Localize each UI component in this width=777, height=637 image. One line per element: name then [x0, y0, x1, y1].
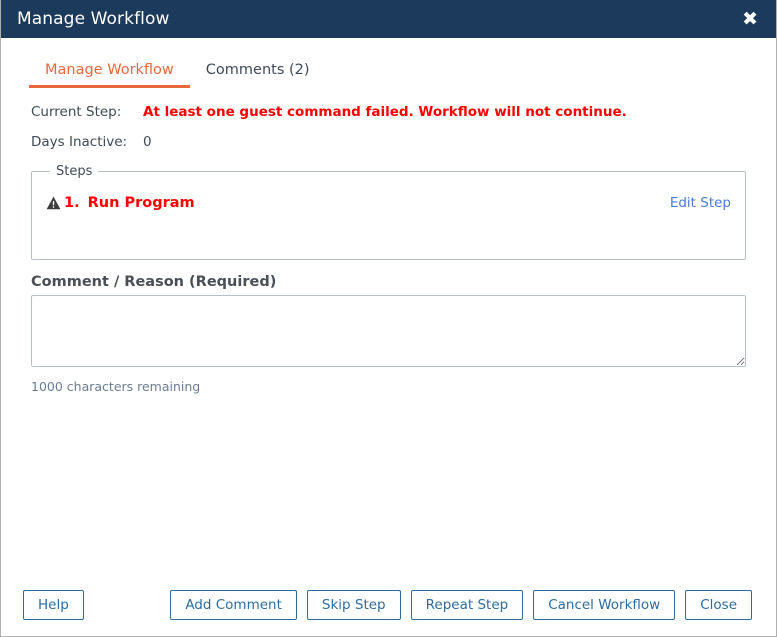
characters-remaining-text: 1000 characters remaining — [31, 379, 201, 394]
step-left-group: 1. Run Program — [46, 195, 195, 211]
tab-bar: Manage Workflow Comments (2) — [1, 38, 776, 88]
workflow-details: Current Step: At least one guest command… — [1, 88, 776, 150]
step-name: Run Program — [87, 195, 195, 211]
dialog-body: Manage Workflow Comments (2) Current Ste… — [1, 38, 776, 636]
days-inactive-value: 0 — [143, 134, 152, 150]
current-step-value: At least one guest command failed. Workf… — [143, 104, 627, 120]
comment-section: Comment / Reason (Required) 1000 charact… — [31, 274, 746, 394]
tab-comments[interactable]: Comments (2) — [190, 58, 326, 88]
cancel-workflow-button[interactable]: Cancel Workflow — [533, 589, 676, 620]
comment-input[interactable] — [31, 295, 746, 367]
close-icon[interactable]: ✖ — [738, 8, 762, 31]
step-row: 1. Run Program Edit Step — [46, 195, 731, 211]
steps-legend: Steps — [56, 164, 93, 179]
skip-step-button[interactable]: Skip Step — [306, 589, 401, 620]
tab-manage-workflow[interactable]: Manage Workflow — [29, 58, 190, 88]
add-comment-button[interactable]: Add Comment — [170, 589, 297, 620]
footer-action-buttons: Add Comment Skip Step Repeat Step Cancel… — [170, 589, 752, 620]
edit-step-link[interactable]: Edit Step — [670, 195, 731, 211]
days-inactive-row: Days Inactive: 0 — [31, 134, 776, 150]
close-button[interactable]: Close — [685, 589, 752, 620]
steps-panel: Steps 1. Run Program Edit Step — [31, 164, 746, 260]
dialog-footer: Help Add Comment Skip Step Repeat Step C… — [1, 589, 776, 620]
dialog-titlebar: Manage Workflow ✖ — [1, 0, 776, 38]
dialog-title: Manage Workflow — [17, 9, 170, 29]
comment-label: Comment / Reason (Required) — [31, 274, 277, 290]
repeat-step-button[interactable]: Repeat Step — [410, 589, 524, 620]
days-inactive-label: Days Inactive: — [31, 134, 128, 150]
current-step-row: Current Step: At least one guest command… — [31, 104, 776, 120]
step-number: 1. — [64, 195, 80, 211]
manage-workflow-dialog: Manage Workflow ✖ Manage Workflow Commen… — [0, 0, 777, 637]
warning-triangle-icon — [46, 196, 61, 210]
help-button[interactable]: Help — [23, 589, 84, 620]
current-step-label: Current Step: — [31, 104, 122, 120]
